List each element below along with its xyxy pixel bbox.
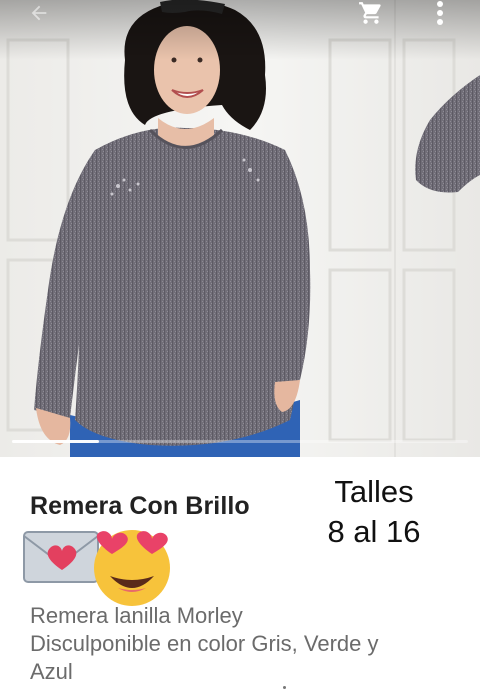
image-progress-fill: [12, 440, 99, 443]
description-line: Disculponible en color Gris, Verde y: [30, 631, 379, 656]
product-title: Remera Con Brillo: [30, 492, 250, 520]
product-description: Remera lanilla Morley Disculponible en c…: [30, 602, 450, 686]
emoji-row: [22, 526, 182, 606]
sizes-label: Talles: [334, 474, 414, 509]
heart-eyes-face-icon: [94, 530, 170, 606]
nav-indicator-dot: [283, 686, 286, 689]
more-vert-icon[interactable]: [436, 0, 462, 34]
love-letter-icon: [23, 531, 99, 583]
product-photo: [0, 0, 480, 457]
product-image-gallery[interactable]: [0, 0, 480, 457]
back-arrow-icon[interactable]: [28, 2, 58, 36]
sizes-note: Talles 8 al 16: [312, 472, 436, 552]
description-line: Remera lanilla Morley: [30, 603, 243, 628]
toolbar-shade: [0, 0, 480, 60]
sizes-range: 8 al 16: [327, 514, 421, 549]
description-line: Azul: [30, 659, 73, 684]
image-progress-indicator: [12, 440, 468, 443]
cart-icon[interactable]: [358, 0, 390, 34]
